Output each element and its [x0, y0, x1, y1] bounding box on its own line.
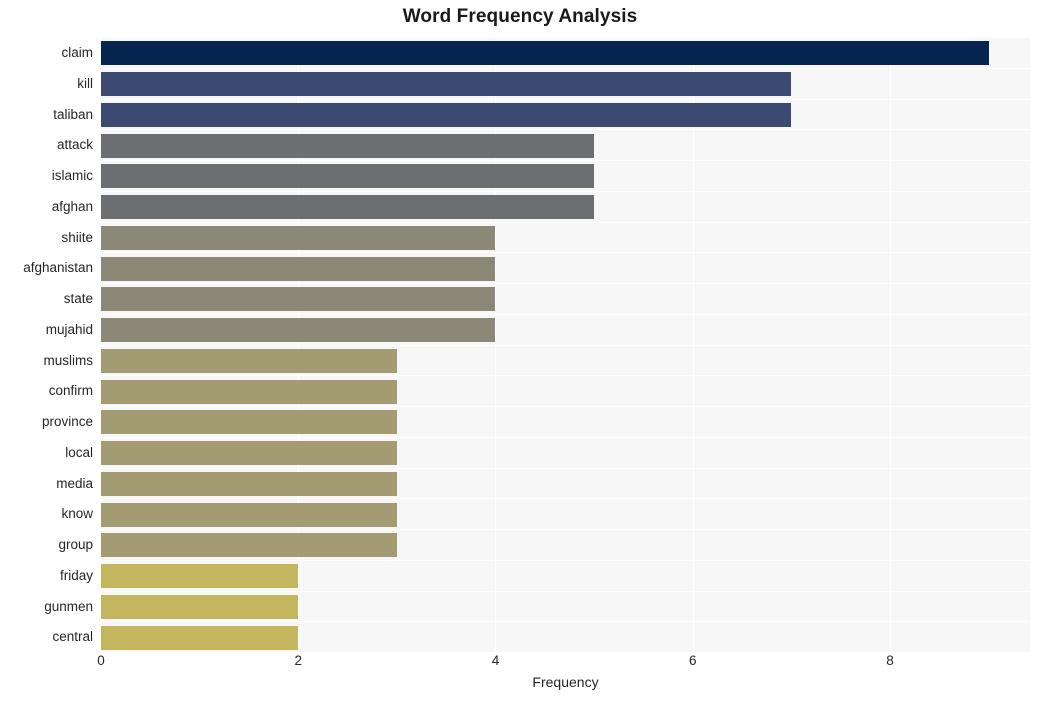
bar[interactable] — [101, 318, 496, 343]
bar[interactable] — [101, 225, 496, 250]
bar-row — [101, 192, 1030, 223]
y-axis-tick-label: gunmen — [44, 598, 93, 614]
y-axis-tick-label: shiite — [61, 229, 93, 245]
bar[interactable] — [101, 164, 595, 189]
y-axis-tick-label: province — [41, 414, 93, 429]
bar-row — [101, 253, 1030, 284]
y-axis-tick-label: muslims — [43, 352, 94, 368]
bar[interactable] — [101, 533, 397, 558]
bar[interactable] — [101, 41, 989, 66]
bar-row — [101, 346, 1030, 377]
bar-row — [101, 376, 1030, 407]
y-axis-tick-label: group — [58, 537, 93, 552]
x-axis-tick-label: 2 — [294, 653, 302, 668]
x-axis-tick-label: 4 — [491, 653, 500, 668]
page-title: Word Frequency Analysis — [402, 6, 638, 27]
bar[interactable] — [101, 625, 299, 650]
bar-row — [101, 561, 1030, 592]
bar-row — [101, 438, 1030, 469]
bar[interactable] — [101, 348, 397, 373]
y-axis-tick-label: local — [65, 444, 93, 460]
bar[interactable] — [101, 564, 299, 589]
x-axis-tick-label: 0 — [97, 653, 105, 668]
plot-area — [101, 38, 1030, 653]
y-axis-tick-label: afghan — [51, 198, 93, 214]
y-axis-tick-label: state — [63, 291, 93, 306]
y-axis-tick-label: mujahid — [45, 321, 93, 337]
bar[interactable] — [101, 379, 397, 404]
y-axis-tick-label: central — [52, 629, 93, 645]
bar-row — [101, 100, 1030, 131]
bar-row — [101, 38, 1030, 69]
x-axis-tick-label: 8 — [886, 653, 894, 668]
bar[interactable] — [101, 441, 397, 466]
x-axis-tick-group: 0 2 4 6 8 — [0, 653, 1040, 675]
bar-row — [101, 622, 1030, 653]
bar-row — [101, 499, 1030, 530]
bar-row — [101, 69, 1030, 100]
y-axis-tick-label: media — [56, 475, 93, 491]
y-axis-tick-label: afghanistan — [23, 260, 93, 276]
bar-row — [101, 592, 1030, 623]
bar-row — [101, 223, 1030, 254]
bar[interactable] — [101, 410, 397, 435]
bar-row — [101, 530, 1030, 561]
x-axis-title: Frequency — [532, 674, 599, 690]
bar[interactable] — [101, 287, 496, 312]
bar-group — [101, 38, 1030, 653]
y-axis-tick-label: taliban — [53, 106, 93, 122]
y-axis-tick-label: friday — [59, 567, 93, 583]
x-axis-tick-label: 6 — [688, 653, 697, 668]
bar[interactable] — [101, 471, 397, 496]
bar-row — [101, 130, 1030, 161]
y-axis-tick-label: confirm — [48, 383, 93, 399]
y-axis-tick-label: islamic — [51, 168, 93, 183]
bar[interactable] — [101, 102, 792, 127]
y-axis-tick-label: claim — [61, 45, 93, 60]
bar[interactable] — [101, 72, 792, 97]
y-axis-tick-label: know — [61, 506, 93, 522]
bar[interactable] — [101, 256, 496, 281]
y-axis-tick-label: attack — [56, 137, 93, 153]
bar[interactable] — [101, 133, 595, 158]
bar-row — [101, 469, 1030, 500]
bar-row — [101, 407, 1030, 438]
bar[interactable] — [101, 195, 595, 220]
y-axis-tick-label: kill — [77, 75, 93, 91]
bar-row — [101, 284, 1030, 315]
bar-row — [101, 315, 1030, 346]
bar[interactable] — [101, 502, 397, 527]
y-axis-label-group: claim kill taliban attack islamic afghan shiit… — [0, 38, 93, 653]
bar[interactable] — [101, 594, 299, 619]
bar-row — [101, 161, 1030, 192]
chart-figure: Word Frequency Analysis claim kill taliban… — [0, 0, 1040, 701]
